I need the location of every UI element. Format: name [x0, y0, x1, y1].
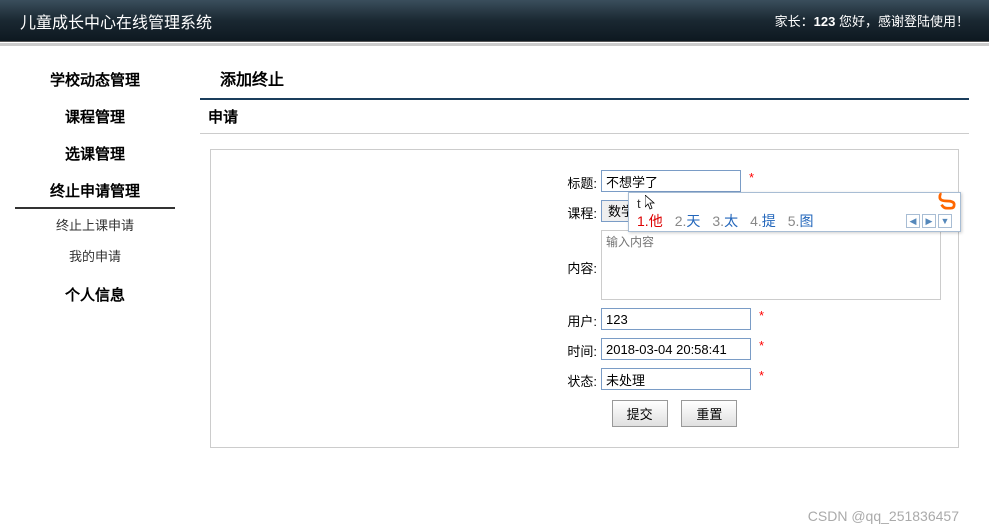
- form-row-user: 用户: *: [221, 308, 948, 330]
- title-input[interactable]: [601, 170, 741, 192]
- ime-prev-button[interactable]: ◀: [906, 214, 920, 228]
- title-label: 标题:: [221, 170, 601, 192]
- ime-next-button[interactable]: ▶: [922, 214, 936, 228]
- page-title: 添加终止: [200, 58, 969, 98]
- ime-popup: t 1.他 2.天 3.太 4.提 5.图 ◀ ▶ ▼: [628, 192, 961, 232]
- required-mark: *: [749, 170, 754, 185]
- user-label: 用户:: [221, 308, 601, 330]
- time-label: 时间:: [221, 338, 601, 360]
- ime-input-area: t: [629, 193, 960, 211]
- sidebar-item-terminate[interactable]: 终止申请管理: [15, 172, 175, 209]
- required-mark: *: [759, 338, 764, 353]
- ime-typed-text: t: [637, 196, 641, 211]
- sidebar-item-personal[interactable]: 个人信息: [0, 276, 190, 313]
- app-title: 儿童成长中心在线管理系统: [20, 9, 212, 33]
- sidebar-subitem-my-apply[interactable]: 我的申请: [0, 240, 190, 271]
- sidebar-item-course[interactable]: 课程管理: [0, 98, 190, 135]
- course-label: 课程:: [221, 200, 601, 222]
- required-mark: *: [759, 308, 764, 323]
- content-label: 内容:: [221, 230, 601, 277]
- form-row-title: 标题: *: [221, 170, 948, 192]
- ime-candidates: 1.他 2.天 3.太 4.提 5.图 ◀ ▶ ▼: [629, 211, 960, 235]
- required-mark: *: [759, 368, 764, 383]
- page-subtitle: 申请: [200, 98, 969, 134]
- ime-candidate-3[interactable]: 3.太: [712, 211, 738, 231]
- welcome-message: 家长：123 您好，感谢登陆使用！: [775, 11, 969, 30]
- sidebar: 学校动态管理 课程管理 选课管理 终止申请管理 终止上课申请 我的申请 个人信息: [0, 46, 190, 532]
- ime-candidate-5[interactable]: 5.图: [788, 211, 814, 231]
- reset-button[interactable]: 重置: [681, 400, 737, 427]
- ime-down-button[interactable]: ▼: [938, 214, 952, 228]
- submit-button[interactable]: 提交: [612, 400, 668, 427]
- cursor-arrow-icon: [645, 195, 657, 211]
- ime-nav: ◀ ▶ ▼: [906, 214, 952, 228]
- content: 添加终止 申请 标题: * 课程: 数学拼搭 内容: 用户: *: [190, 46, 989, 532]
- ime-candidate-1[interactable]: 1.他: [637, 211, 663, 231]
- sidebar-item-school[interactable]: 学校动态管理: [0, 61, 190, 98]
- watermark: CSDN @qq_251836457: [808, 508, 959, 524]
- main-container: 学校动态管理 课程管理 选课管理 终止申请管理 终止上课申请 我的申请 个人信息…: [0, 46, 989, 532]
- content-textarea[interactable]: [601, 230, 941, 300]
- form-buttons: 提交 重置: [221, 400, 948, 427]
- form-row-time: 时间: *: [221, 338, 948, 360]
- user-input[interactable]: [601, 308, 751, 330]
- username: 123: [814, 14, 836, 29]
- ime-candidate-2[interactable]: 2.天: [675, 211, 701, 231]
- form-row-status: 状态: *: [221, 368, 948, 390]
- status-label: 状态:: [221, 368, 601, 390]
- form-row-content: 内容:: [221, 230, 948, 300]
- sidebar-subitem-terminate-apply[interactable]: 终止上课申请: [0, 209, 190, 240]
- status-input[interactable]: [601, 368, 751, 390]
- header: 儿童成长中心在线管理系统 家长：123 您好，感谢登陆使用！: [0, 0, 989, 42]
- time-input[interactable]: [601, 338, 751, 360]
- ime-candidate-4[interactable]: 4.提: [750, 211, 776, 231]
- sidebar-item-select[interactable]: 选课管理: [0, 135, 190, 172]
